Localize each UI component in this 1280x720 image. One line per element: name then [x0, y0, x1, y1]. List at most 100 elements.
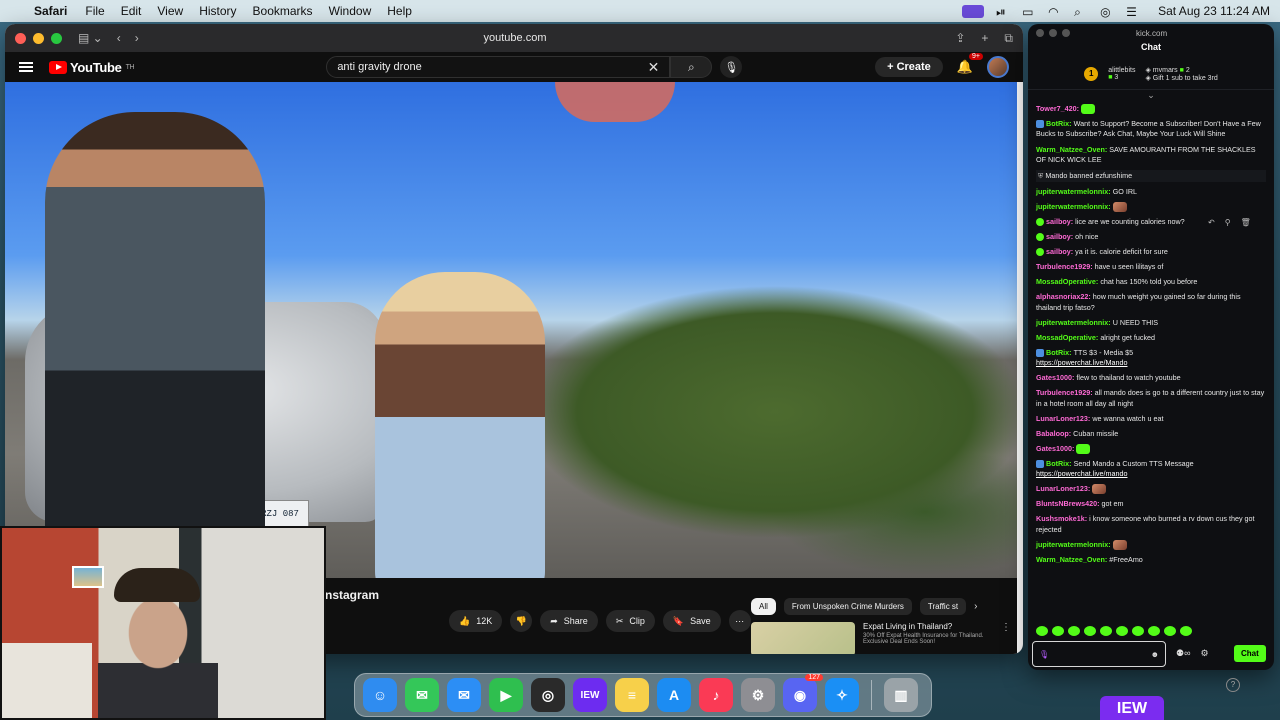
menubar-app-name[interactable]: Safari	[34, 4, 67, 18]
chat-username[interactable]: BotRix:	[1046, 348, 1072, 357]
chat-message[interactable]: Gates1000:	[1036, 444, 1266, 454]
create-button[interactable]: + Create	[875, 57, 943, 77]
chat-username[interactable]: MossadOperative:	[1036, 277, 1098, 286]
chat-message[interactable]: Warm_Natzee_Oven: SAVE AMOURANTH FROM THE…	[1036, 145, 1266, 166]
minimize-window-button[interactable]	[33, 32, 44, 44]
clear-search-icon[interactable]: ✕	[648, 59, 660, 76]
chat-system-message[interactable]: ⛨ Mando banned ezfunshime	[1036, 169, 1266, 183]
search-button[interactable]: ⌕	[670, 56, 713, 78]
menu-window[interactable]: Window	[329, 4, 372, 18]
chat-message[interactable]: jupiterwatermelonnix: U NEED THIS	[1036, 318, 1266, 328]
emote-icon[interactable]	[1084, 626, 1096, 636]
kick-zoom-button[interactable]	[1062, 29, 1070, 37]
iew-icon[interactable]: IEW	[573, 678, 607, 712]
zoom-window-button[interactable]	[51, 32, 62, 44]
chat-message[interactable]: MossadOperative: alright get fucked	[1036, 333, 1266, 343]
chat-username[interactable]: LunarLoner123:	[1036, 414, 1090, 423]
chat-message[interactable]: Tower7_420:	[1036, 104, 1266, 115]
chat-username[interactable]: BotRix:	[1046, 459, 1072, 468]
obs-icon[interactable]: ◎	[531, 678, 565, 712]
notes-icon[interactable]: ≡	[615, 678, 649, 712]
more-actions-button[interactable]: ⋯	[728, 610, 751, 632]
chat-message[interactable]: Turbulence1929: all mando does is go to a…	[1036, 388, 1266, 409]
notifications-button[interactable]: 🔔 9+	[957, 53, 983, 75]
chat-username[interactable]: Gates1000:	[1036, 444, 1074, 453]
mail-icon[interactable]: ✉	[447, 678, 481, 712]
chat-link[interactable]: https://powerchat.live/Mando	[1036, 358, 1128, 367]
chat-username[interactable]: BotRix:	[1046, 119, 1072, 128]
chat-message[interactable]: sailboy: oh nice	[1036, 232, 1266, 242]
chat-message[interactable]: alphasnoriax22: how much weight you gaine…	[1036, 292, 1266, 313]
emote-icon[interactable]	[1180, 626, 1192, 636]
chip-all[interactable]: All	[751, 598, 776, 615]
messages-icon[interactable]: ✉	[405, 678, 439, 712]
chat-username[interactable]: sailboy:	[1046, 232, 1073, 241]
chevron-right-icon[interactable]: ›	[974, 601, 977, 612]
forward-arrow-icon[interactable]: ›	[135, 31, 139, 45]
new-tab-icon[interactable]: +	[981, 31, 988, 46]
chat-username[interactable]: Turbulence1929:	[1036, 388, 1093, 397]
menubar-clock[interactable]: Sat Aug 23 11:24 AM	[1158, 4, 1270, 18]
battery-icon[interactable]: ▭	[1022, 5, 1036, 19]
more-vertical-icon[interactable]: ⋮	[1001, 622, 1011, 654]
chat-username[interactable]: Turbulence1929:	[1036, 262, 1093, 271]
sidebar-toggle-icon[interactable]: ▤ ⌄	[78, 31, 103, 45]
search-input[interactable]: anti gravity drone ✕	[326, 56, 671, 78]
chat-username[interactable]: Kushsmoke1k:	[1036, 514, 1087, 523]
settings-gear-icon[interactable]: ⚙	[1200, 648, 1208, 659]
send-chat-button[interactable]: Chat	[1234, 645, 1266, 662]
discord-icon[interactable]: ◉ 127	[783, 674, 823, 712]
chat-username[interactable]: MossadOperative:	[1036, 333, 1098, 342]
like-button[interactable]: 👍 12K	[449, 610, 503, 632]
kick-minimize-button[interactable]	[1049, 29, 1057, 37]
chat-username[interactable]: sailboy:	[1046, 247, 1073, 256]
avatar[interactable]	[987, 56, 1009, 78]
facetime-icon[interactable]: ▶	[489, 678, 523, 712]
gift-leaderboard[interactable]: 1 alittlebits ■ 3 ◈ mvmars ■ 2 ◈ Gift 1 …	[1028, 58, 1274, 90]
clip-button[interactable]: ✂ Clip	[605, 610, 655, 632]
chat-input[interactable]: 🎙 ☻	[1032, 641, 1166, 667]
chat-message[interactable]: Gates1000: flew to thailand to watch yout…	[1036, 373, 1266, 383]
chat-message[interactable]: BotRix: Want to Support? Become a Subscri…	[1036, 119, 1266, 140]
safari-icon[interactable]: ✧	[825, 678, 859, 712]
chat-username[interactable]: jupiterwatermelonnix:	[1036, 540, 1111, 549]
youtube-logo[interactable]: YouTube TH	[49, 60, 135, 75]
menu-edit[interactable]: Edit	[121, 4, 142, 18]
spotlight-search-icon[interactable]: ⌕	[1074, 5, 1088, 19]
emote-icon[interactable]	[1068, 626, 1080, 636]
chat-username[interactable]: Warm_Natzee_Oven:	[1036, 145, 1107, 154]
dislike-button[interactable]: 👎	[510, 610, 533, 632]
finder-icon[interactable]: ☺	[363, 678, 397, 712]
menu-hamburger-icon[interactable]	[19, 62, 33, 72]
chip-traffic[interactable]: Traffic st	[919, 598, 967, 615]
chat-message[interactable]: MossadOperative: chat has 150% told you b…	[1036, 277, 1266, 287]
chat-username[interactable]: Gates1000:	[1036, 373, 1074, 382]
chat-username[interactable]: LunarLoner123:	[1036, 484, 1090, 493]
save-button[interactable]: 🔖 Save	[662, 610, 721, 632]
emoji-picker-icon[interactable]: ☻	[1151, 650, 1159, 659]
chat-message[interactable]: Babaloop: Cuban missile	[1036, 429, 1266, 439]
close-window-button[interactable]	[15, 32, 26, 44]
settings-icon[interactable]: ⚙	[741, 678, 775, 712]
music-icon[interactable]: ♪	[699, 678, 733, 712]
chat-message[interactable]: BotRix: Send Mando a Custom TTS Message ht…	[1036, 459, 1266, 480]
chat-message[interactable]: sailboy: ya it is. calorie deficit for su…	[1036, 247, 1266, 257]
chat-username[interactable]: jupiterwatermelonnix:	[1036, 187, 1111, 196]
chip-unspoken-crime[interactable]: From Unspoken Crime Murders	[783, 598, 912, 615]
chat-username[interactable]: Babaloop:	[1036, 429, 1071, 438]
chat-link[interactable]: https://powerchat.live/mando	[1036, 469, 1128, 478]
microphone-icon[interactable]: 🎙	[1039, 650, 1049, 659]
emote-icon[interactable]	[1052, 626, 1064, 636]
trash-icon[interactable]: ▥	[884, 678, 918, 712]
chat-message[interactable]: jupiterwatermelonnix: GO IRL	[1036, 187, 1266, 197]
menu-history[interactable]: History	[199, 4, 236, 18]
help-icon[interactable]: ?	[1226, 678, 1240, 692]
chat-message[interactable]: BotRix: TTS $3 - Media $5 https://powercha…	[1036, 348, 1266, 369]
chat-username[interactable]: jupiterwatermelonnix:	[1036, 202, 1111, 211]
chat-message[interactable]: Warm_Natzee_Oven: #FreeAmo	[1036, 555, 1266, 565]
user-switch-icon[interactable]: ◎	[1100, 5, 1114, 19]
pin-icon[interactable]: ⚲	[1225, 218, 1231, 227]
share-button[interactable]: ➦ Share	[540, 610, 598, 632]
chat-username[interactable]: jupiterwatermelonnix:	[1036, 318, 1111, 327]
media-controls-icon[interactable]: ⏯	[996, 5, 1010, 19]
